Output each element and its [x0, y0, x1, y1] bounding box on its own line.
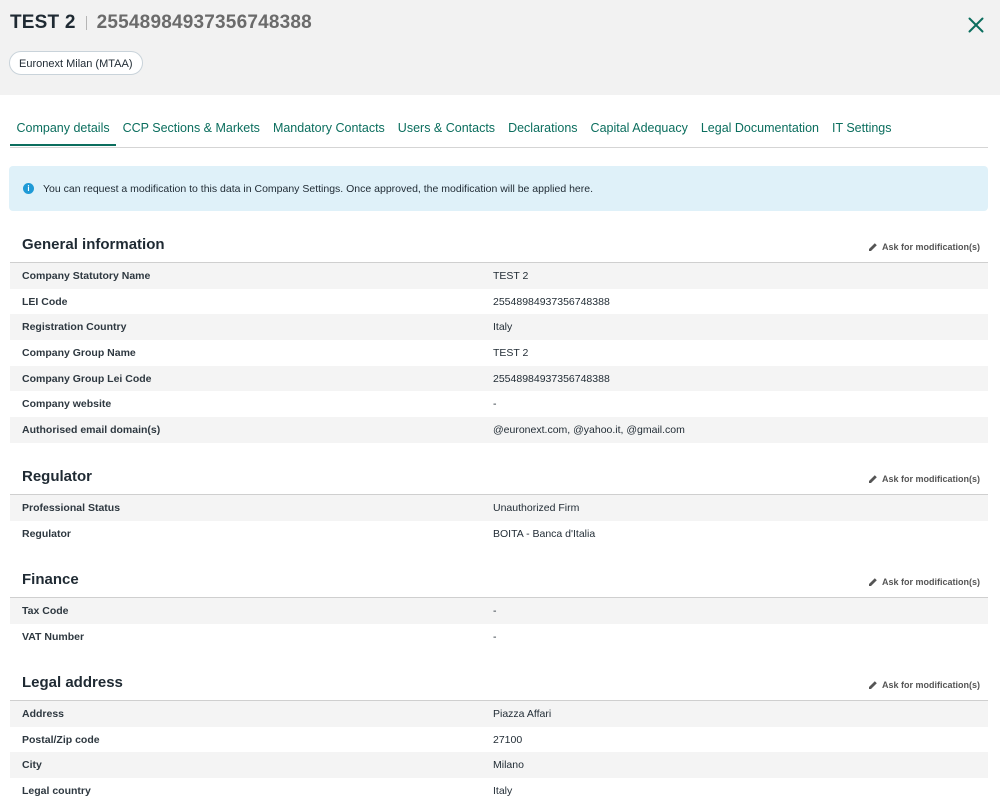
- table-row: Postal/Zip code 27100: [10, 727, 988, 753]
- table-row: Legal country Italy: [10, 778, 988, 804]
- row-label: LEI Code: [22, 295, 68, 308]
- section-header: Legal address Ask for modification(s): [10, 674, 988, 701]
- ask-modification-label: Ask for modification(s): [881, 680, 980, 690]
- section-title: Regulator: [22, 468, 93, 485]
- section-title: Legal address: [22, 674, 123, 691]
- close-icon: [968, 17, 984, 33]
- row-label: Tax Code: [22, 604, 69, 617]
- section-regulator: Regulator Ask for modification(s) Profes…: [10, 468, 988, 546]
- table-row: VAT Number -: [10, 624, 988, 650]
- ask-modification-button[interactable]: Ask for modification(s): [868, 242, 980, 252]
- section-title: General information: [22, 236, 165, 253]
- market-chip: Euronext Milan (MTAA): [9, 51, 143, 75]
- row-label: Postal/Zip code: [22, 733, 100, 746]
- table-row: Address Piazza Affari: [10, 701, 988, 727]
- section-header: Regulator Ask for modification(s): [10, 468, 988, 495]
- info-banner: i You can request a modification to this…: [9, 166, 988, 211]
- page-header: TEST 2 25548984937356748388 Euronext Mil…: [0, 0, 1000, 95]
- row-label: Professional Status: [22, 501, 121, 514]
- close-button[interactable]: [963, 12, 989, 38]
- tab-it-settings[interactable]: IT Settings: [825, 110, 898, 146]
- row-value: 25548984937356748388: [493, 372, 610, 385]
- row-value: Milano: [493, 759, 524, 772]
- section-finance: Finance Ask for modification(s) Tax Code…: [10, 571, 988, 649]
- section-general-information: General information Ask for modification…: [10, 236, 988, 443]
- row-value: Unauthorized Firm: [493, 501, 580, 514]
- row-label: Company Group Lei Code: [22, 372, 152, 385]
- row-label: Authorised email domain(s): [22, 423, 161, 436]
- ask-modification-label: Ask for modification(s): [881, 577, 980, 587]
- tab-company-details[interactable]: Company details: [10, 110, 117, 146]
- row-value: Italy: [493, 784, 513, 797]
- row-value: Piazza Affari: [493, 707, 552, 720]
- row-label: Legal country: [22, 784, 91, 797]
- pencil-icon: [868, 243, 877, 251]
- section-title: Finance: [22, 571, 79, 588]
- row-value: -: [493, 630, 497, 643]
- table-row: Professional Status Unauthorized Firm: [10, 495, 988, 521]
- row-label: Company website: [22, 398, 112, 411]
- row-value: -: [493, 398, 497, 411]
- row-label: Regulator: [22, 527, 72, 540]
- section-legal-address: Legal address Ask for modification(s) Ad…: [10, 674, 988, 804]
- table-row: City Milano: [10, 752, 988, 779]
- row-value: 27100: [493, 733, 523, 746]
- pencil-icon: [868, 578, 877, 586]
- company-name-title: TEST 2: [10, 12, 76, 33]
- title-row: TEST 2 25548984937356748388: [10, 12, 312, 34]
- row-label: Address: [22, 707, 65, 720]
- table-row: Company Statutory Name TEST 2: [10, 263, 988, 289]
- tab-legal-documentation[interactable]: Legal Documentation: [694, 110, 825, 146]
- company-lei-title: 25548984937356748388: [96, 12, 312, 33]
- tab-ccp-sections-markets[interactable]: CCP Sections & Markets: [116, 110, 266, 146]
- table-row: Registration Country Italy: [10, 314, 988, 341]
- ask-modification-label: Ask for modification(s): [881, 474, 980, 484]
- table-row: Regulator BOITA - Banca d'Italia: [10, 521, 988, 547]
- row-value: BOITA - Banca d'Italia: [493, 527, 596, 540]
- table-row: Authorised email domain(s) @euronext.com,…: [10, 417, 988, 443]
- row-label: VAT Number: [22, 630, 85, 643]
- ask-modification-button[interactable]: Ask for modification(s): [868, 474, 980, 484]
- row-value: Italy: [493, 321, 513, 334]
- info-icon: i: [23, 183, 34, 194]
- table-row: Company website -: [10, 391, 988, 417]
- table-row: Tax Code -: [10, 598, 988, 624]
- section-header: Finance Ask for modification(s): [10, 571, 988, 598]
- tab-capital-adequacy[interactable]: Capital Adequacy: [584, 110, 694, 146]
- row-value: @euronext.com, @yahoo.it, @gmail.com: [493, 423, 685, 436]
- tab-declarations[interactable]: Declarations: [502, 110, 584, 146]
- ask-modification-button[interactable]: Ask for modification(s): [868, 577, 980, 587]
- row-value: TEST 2: [493, 346, 529, 359]
- row-value: -: [493, 604, 497, 617]
- row-value: 25548984937356748388: [493, 295, 610, 308]
- tab-bar: Company details CCP Sections & Markets M…: [10, 110, 988, 148]
- info-banner-text: You can request a modification to this d…: [43, 182, 594, 195]
- section-header: General information Ask for modification…: [10, 236, 988, 263]
- row-label: City: [22, 759, 42, 772]
- row-label: Company Group Name: [22, 346, 136, 359]
- pencil-icon: [868, 475, 877, 483]
- tab-mandatory-contacts[interactable]: Mandatory Contacts: [266, 110, 391, 146]
- row-label: Company Statutory Name: [22, 269, 151, 282]
- ask-modification-label: Ask for modification(s): [881, 242, 980, 252]
- tab-users-contacts[interactable]: Users & Contacts: [391, 110, 501, 146]
- table-row: Company Group Lei Code 255489849373567483…: [10, 365, 988, 392]
- table-row: Company Group Name TEST 2: [10, 340, 988, 366]
- table-row: LEI Code 25548984937356748388: [10, 289, 988, 315]
- ask-modification-button[interactable]: Ask for modification(s): [868, 680, 980, 690]
- row-label: Registration Country: [22, 321, 127, 334]
- title-divider: [85, 16, 87, 30]
- pencil-icon: [868, 681, 877, 689]
- row-value: TEST 2: [493, 269, 529, 282]
